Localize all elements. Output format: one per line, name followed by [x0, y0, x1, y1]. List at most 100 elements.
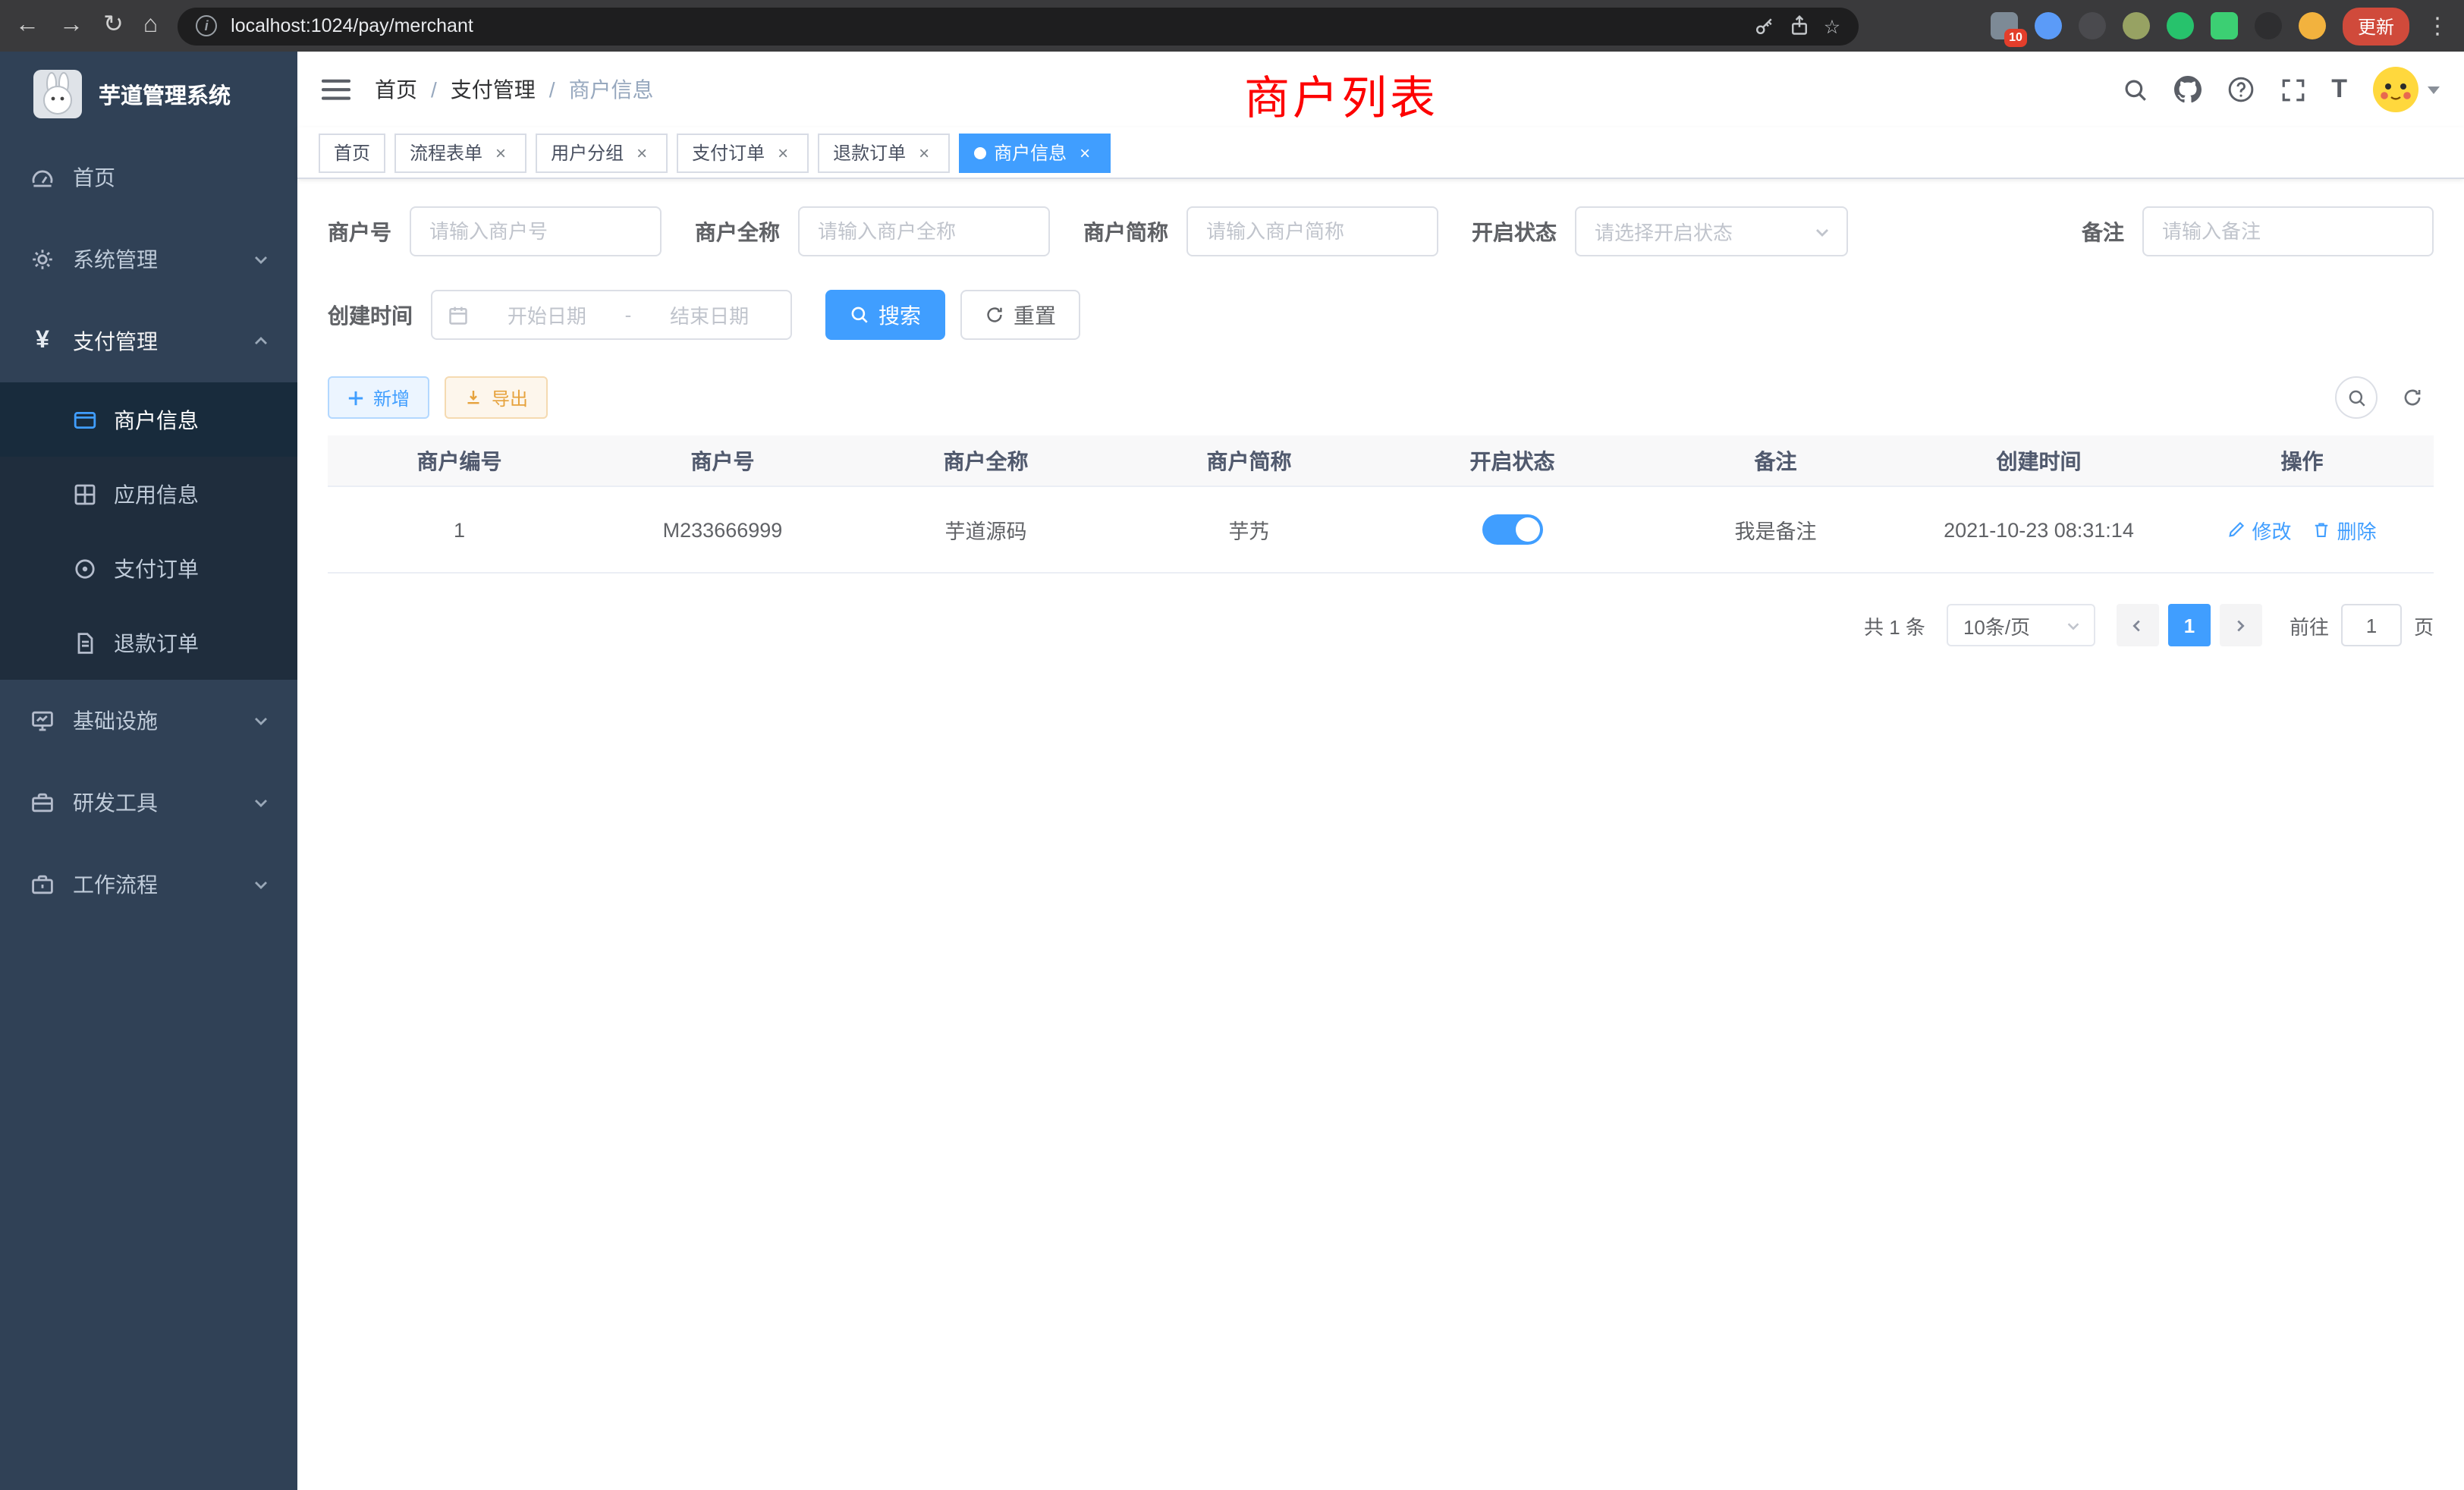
home-icon[interactable]: ⌂ — [143, 14, 158, 38]
monitor-icon — [30, 709, 55, 733]
page-1-button[interactable]: 1 — [2168, 604, 2211, 646]
toggle-knob — [1516, 517, 1540, 542]
search-button[interactable]: 搜索 — [825, 290, 945, 340]
sidebar-item-label: 系统管理 — [73, 244, 158, 275]
goto-prefix: 前往 — [2290, 611, 2329, 640]
breadcrumb-home[interactable]: 首页 — [375, 74, 417, 105]
tab-close-icon[interactable]: × — [913, 142, 935, 163]
merchant-no-input[interactable] — [410, 206, 662, 256]
field-status: 开启状态 请选择开启状态 — [1472, 206, 1848, 256]
goto-page-input[interactable] — [2341, 604, 2402, 646]
extension-icon[interactable] — [2167, 12, 2194, 39]
sidebar-item-payment[interactable]: ¥ 支付管理 — [0, 300, 297, 382]
sidebar-item-infra[interactable]: 基础设施 — [0, 680, 297, 762]
tab-close-icon[interactable]: × — [1074, 142, 1095, 163]
cell-create-time: 2021-10-23 08:31:14 — [1907, 518, 2170, 541]
remark-input[interactable] — [2142, 206, 2434, 256]
back-icon[interactable]: ← — [15, 14, 39, 38]
tab-close-icon[interactable]: × — [772, 142, 794, 163]
gear-icon — [30, 247, 55, 272]
hamburger-icon[interactable] — [322, 77, 350, 102]
col-merchant-no: 商户号 — [591, 445, 854, 476]
toggle-search-button[interactable] — [2335, 376, 2378, 419]
extension-icon[interactable]: 10 — [1991, 12, 2018, 39]
reload-icon[interactable]: ↻ — [103, 14, 124, 38]
extension-icon[interactable] — [2255, 12, 2282, 39]
help-icon[interactable] — [2227, 76, 2254, 103]
tags-view: 首页 流程表单 × 用户分组 × 支付订单 × 退款订单 × — [297, 127, 2464, 179]
field-label: 商户全称 — [695, 216, 780, 247]
sidebar-item-label: 商户信息 — [114, 404, 199, 435]
reset-button[interactable]: 重置 — [960, 290, 1080, 340]
export-button[interactable]: 导出 — [445, 376, 548, 419]
tab-merchant-info[interactable]: 商户信息 × — [959, 133, 1111, 172]
font-size-icon[interactable]: T — [2331, 74, 2347, 105]
share-icon[interactable] — [1789, 15, 1810, 36]
user-avatar[interactable] — [2373, 67, 2440, 112]
add-button-label: 新增 — [373, 385, 410, 410]
sidebar-item-merchant-info[interactable]: 商户信息 — [0, 382, 297, 457]
tab-close-icon[interactable]: × — [490, 142, 511, 163]
full-name-input[interactable] — [798, 206, 1050, 256]
sidebar-item-app-info[interactable]: 应用信息 — [0, 457, 297, 531]
chevron-down-icon — [1813, 222, 1831, 240]
address-bar[interactable]: i localhost:1024/pay/merchant ☆ — [178, 7, 1859, 45]
extension-icon[interactable] — [2079, 12, 2106, 39]
tab-refund-order[interactable]: 退款订单 × — [818, 133, 950, 172]
create-time-range-picker[interactable]: 开始日期 - 结束日期 — [431, 290, 792, 340]
tab-pay-order[interactable]: 支付订单 × — [677, 133, 809, 172]
edit-link[interactable]: 修改 — [2227, 515, 2291, 544]
sidebar-item-dev-tools[interactable]: 研发工具 — [0, 762, 297, 844]
bank-card-icon — [73, 407, 97, 432]
sidebar-item-home[interactable]: 首页 — [0, 137, 297, 218]
next-page-button[interactable] — [2220, 604, 2262, 646]
bookmark-star-icon[interactable]: ☆ — [1824, 14, 1840, 37]
tab-home[interactable]: 首页 — [319, 133, 385, 172]
status-toggle[interactable] — [1482, 514, 1543, 545]
delete-link[interactable]: 删除 — [2313, 515, 2377, 544]
tab-label: 支付订单 — [692, 140, 765, 165]
sidebar-logo[interactable]: 芋道管理系统 — [0, 52, 297, 137]
password-key-icon[interactable] — [1754, 15, 1775, 36]
field-remark: 备注 — [2082, 206, 2434, 256]
cell-actions: 修改 删除 — [2170, 515, 2434, 544]
short-name-input[interactable] — [1186, 206, 1438, 256]
page-content: 商户号 商户全称 商户简称 开启状态 请选择开启状态 — [297, 179, 2464, 1490]
refresh-table-button[interactable] — [2391, 376, 2434, 419]
site-info-icon[interactable]: i — [196, 15, 217, 36]
sidebar-item-pay-order[interactable]: 支付订单 — [0, 531, 297, 605]
profile-avatar-icon[interactable] — [2299, 12, 2326, 39]
field-label: 开启状态 — [1472, 216, 1557, 247]
tab-close-icon[interactable]: × — [631, 142, 652, 163]
navbar: 首页 / 支付管理 / 商户信息 商户列表 — [297, 52, 2464, 127]
tab-label: 退款订单 — [833, 140, 906, 165]
sidebar-item-system[interactable]: 系统管理 — [0, 218, 297, 300]
download-icon — [464, 388, 482, 407]
field-full-name: 商户全称 — [695, 206, 1050, 256]
browser-menu-icon[interactable]: ⋮ — [2426, 12, 2449, 39]
extension-icon[interactable] — [2123, 12, 2150, 39]
extension-icon[interactable] — [2211, 12, 2238, 39]
forward-icon[interactable]: → — [59, 14, 83, 38]
status-select[interactable]: 请选择开启状态 — [1575, 206, 1848, 256]
logo-avatar — [33, 70, 82, 118]
github-icon[interactable] — [2173, 76, 2201, 103]
prev-page-button[interactable] — [2117, 604, 2159, 646]
browser-update-button[interactable]: 更新 — [2343, 7, 2409, 45]
sidebar-item-label: 首页 — [73, 162, 115, 193]
add-button[interactable]: 新增 — [328, 376, 429, 419]
breadcrumb-separator: / — [431, 77, 437, 102]
breadcrumb-payment[interactable]: 支付管理 — [451, 74, 536, 105]
tab-label: 用户分组 — [551, 140, 624, 165]
sidebar-item-workflow[interactable]: 工作流程 — [0, 844, 297, 926]
url-text[interactable]: localhost:1024/pay/merchant — [231, 15, 1740, 36]
cell-remark: 我是备注 — [1644, 514, 1907, 545]
search-icon[interactable] — [2122, 77, 2148, 102]
extension-badge: 10 — [2004, 29, 2027, 47]
sidebar-item-refund-order[interactable]: 退款订单 — [0, 605, 297, 680]
page-size-select[interactable]: 10条/页 — [1947, 604, 2095, 646]
tab-user-group[interactable]: 用户分组 × — [536, 133, 668, 172]
fullscreen-icon[interactable] — [2280, 77, 2305, 102]
tab-process-form[interactable]: 流程表单 × — [394, 133, 526, 172]
extension-icon[interactable] — [2035, 12, 2062, 39]
